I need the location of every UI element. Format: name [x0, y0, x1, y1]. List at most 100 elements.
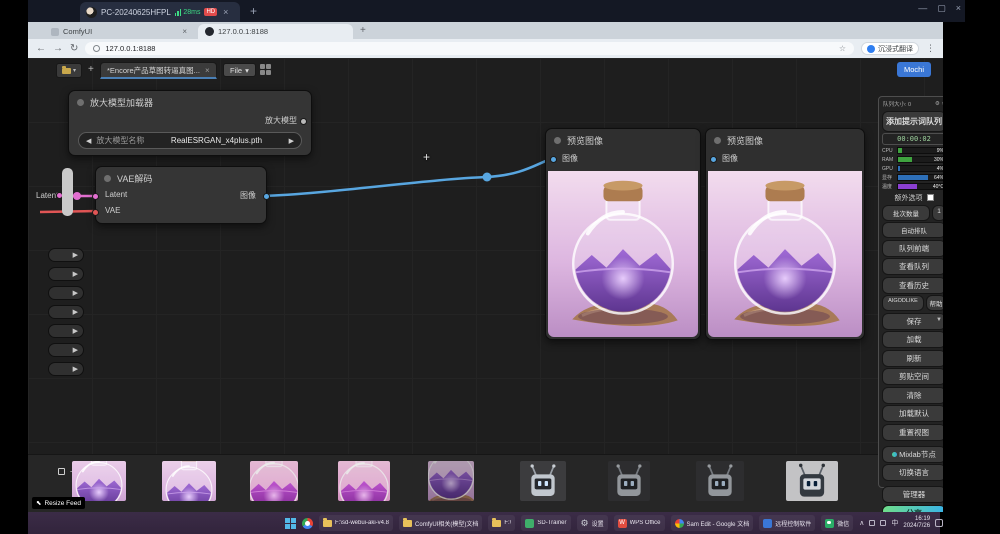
- ime-indicator[interactable]: 中: [891, 518, 898, 528]
- image-input-dot[interactable]: [550, 156, 557, 163]
- grid-view-icon[interactable]: [260, 64, 272, 76]
- vae-input-dot[interactable]: [92, 209, 99, 216]
- feed-thumbnail-robot[interactable]: [608, 461, 650, 501]
- tray-expand-icon[interactable]: ∧: [859, 519, 864, 527]
- node-preview-image-1[interactable]: 预览图像 图像: [545, 128, 701, 340]
- reload-icon[interactable]: ↻: [70, 43, 78, 54]
- upscale-model-output-dot[interactable]: [300, 118, 307, 125]
- switch-language-button[interactable]: 切换语言: [882, 464, 943, 481]
- workflow-folder-button[interactable]: ▾: [56, 63, 82, 78]
- taskbar-item-remote-app[interactable]: 远程控制软件: [759, 515, 815, 531]
- browser-tab-comfyui[interactable]: ComfyUI ×: [44, 24, 194, 39]
- feed-thumbnail-bottle[interactable]: [72, 461, 126, 501]
- batch-count-label[interactable]: 批次数量: [882, 205, 930, 221]
- browser-tab-active[interactable]: 127.0.0.1:8188: [198, 24, 353, 39]
- taskbar-item-explorer[interactable]: F:\sd-webui-aki-v4.8: [319, 515, 393, 531]
- auto-queue-button[interactable]: 自动排队: [882, 222, 943, 238]
- close-icon[interactable]: ×: [956, 3, 961, 14]
- node-vae-decode[interactable]: VAE解码 Latent VAE 图像: [95, 166, 267, 224]
- start-button[interactable]: [285, 518, 296, 529]
- load-default-button[interactable]: 加载默认: [882, 405, 943, 422]
- node-preview-image-2[interactable]: 预览图像 图像: [705, 128, 865, 340]
- view-history-button[interactable]: 查看历史: [882, 277, 943, 294]
- collapsed-widget-pill[interactable]: ▶: [48, 248, 84, 262]
- collapsed-widget-pill[interactable]: ▶: [48, 305, 84, 319]
- clear-button[interactable]: 清除: [882, 387, 943, 404]
- collapsed-widget-pill[interactable]: ▶: [48, 324, 84, 338]
- feed-thumbnail-robot[interactable]: [520, 461, 566, 501]
- feed-thumbnail-bottle[interactable]: [428, 461, 474, 501]
- resize-feed-label[interactable]: ⬉ Resize Feed: [32, 497, 85, 509]
- feed-settings-icon[interactable]: [58, 468, 65, 475]
- forward-icon[interactable]: →: [53, 43, 63, 54]
- clipspace-button[interactable]: 剪贴空间: [882, 368, 943, 385]
- node-title[interactable]: 放大模型加载器: [69, 91, 311, 112]
- batch-count-value[interactable]: 1: [932, 205, 943, 221]
- node-upscale-model-loader[interactable]: 放大模型加载器 放大模型 ◀ 放大模型名称 RealESRGAN_x4plus.…: [68, 90, 312, 156]
- workflow-tab[interactable]: *Encore产品草图转逼真图... ×: [100, 62, 217, 79]
- workflow-tab-close-icon[interactable]: ×: [205, 66, 210, 75]
- queue-front-button[interactable]: 队列前端: [882, 240, 943, 257]
- maximize-icon[interactable]: ▢: [937, 3, 946, 14]
- browser-menu-icon[interactable]: ⋮: [926, 43, 935, 54]
- queue-prompt-button[interactable]: 添加提示词队列: [882, 111, 943, 132]
- prev-arrow-icon[interactable]: ◀: [86, 137, 91, 145]
- feed-thumbnail-bottle[interactable]: [250, 461, 298, 501]
- collapsed-widget-pill[interactable]: ▶: [48, 362, 84, 376]
- feed-thumbnail-bottle[interactable]: [338, 461, 390, 501]
- new-tab-button[interactable]: +: [360, 25, 366, 36]
- latent-input-dot[interactable]: [92, 193, 99, 200]
- next-arrow-icon[interactable]: ▶: [289, 137, 294, 145]
- refresh-button[interactable]: 刷新: [882, 350, 943, 367]
- extra-options-row[interactable]: 额外选项: [881, 193, 943, 203]
- image-output-dot[interactable]: [263, 193, 270, 200]
- tab-close-icon[interactable]: ×: [182, 27, 187, 36]
- save-dropdown-icon[interactable]: ▼: [936, 317, 942, 323]
- collapsed-node[interactable]: [62, 168, 73, 216]
- translate-extension-button[interactable]: 沉浸式翻译: [861, 42, 919, 55]
- site-info-icon[interactable]: [93, 45, 100, 52]
- load-button[interactable]: 加载: [882, 331, 943, 348]
- view-queue-button[interactable]: 查看队列: [882, 258, 943, 275]
- close-menu-icon[interactable]: ×: [942, 101, 943, 107]
- address-bar[interactable]: 127.0.0.1:8188 ☆: [85, 42, 854, 55]
- collapsed-widget-pill[interactable]: ▶: [48, 286, 84, 300]
- collapse-dot[interactable]: [554, 137, 561, 144]
- back-icon[interactable]: ←: [36, 43, 46, 54]
- bookmark-star-icon[interactable]: ☆: [839, 44, 846, 53]
- feed-thumbnail-robot[interactable]: [696, 461, 744, 501]
- taskbar-item-settings[interactable]: ⚙设置: [577, 515, 608, 531]
- community-button[interactable]: AIGODLIKE: [882, 295, 924, 311]
- collapse-dot[interactable]: [104, 175, 111, 182]
- save-button[interactable]: 保存 ▼: [882, 313, 943, 330]
- taskbar-item-wechat[interactable]: 微信: [821, 515, 853, 531]
- remote-session-tab[interactable]: PC-20240625HFPL 28ms HD ×: [80, 2, 240, 22]
- collapsed-widget-pill[interactable]: ▶: [48, 267, 84, 281]
- mixlab-nodes-button[interactable]: Mixlab节点: [882, 446, 943, 463]
- taskbar-item-wps[interactable]: WWPS Office: [614, 515, 665, 531]
- taskbar-item-sd-trainer[interactable]: SD-Trainer: [521, 515, 570, 531]
- close-session-icon[interactable]: ×: [223, 7, 228, 17]
- feed-thumbnail-robot[interactable]: [786, 461, 838, 501]
- help-button[interactable]: 帮助: [926, 295, 943, 311]
- tray-volume-icon[interactable]: [880, 520, 886, 526]
- preview-image[interactable]: [548, 171, 698, 337]
- extra-options-checkbox[interactable]: [927, 194, 934, 201]
- collapse-dot[interactable]: [77, 99, 84, 106]
- node-title[interactable]: VAE解码: [96, 167, 266, 188]
- taskbar-item-explorer[interactable]: ComfyUI相关(模型)文档: [399, 515, 482, 531]
- minimize-icon[interactable]: —: [918, 3, 927, 14]
- collapsed-widget-pill[interactable]: ▶: [48, 343, 84, 357]
- taskbar-item-explorer[interactable]: F:\: [488, 515, 515, 531]
- new-session-button[interactable]: +: [250, 4, 257, 18]
- chrome-taskbar-icon[interactable]: [302, 518, 313, 529]
- image-input-dot[interactable]: [710, 156, 717, 163]
- taskbar-item-google-doc[interactable]: Sam Edit - Google 文档: [671, 515, 754, 531]
- taskbar-clock[interactable]: 16:19 2024/7/26: [903, 516, 930, 530]
- share-button[interactable]: 分享: [882, 505, 943, 513]
- comfyui-canvas[interactable]: ▾ + *Encore产品草图转逼真图... × File ▾ Mochi La…: [28, 58, 943, 512]
- node-title[interactable]: 预览图像: [546, 129, 700, 150]
- notification-icon[interactable]: [935, 519, 943, 527]
- collapse-dot[interactable]: [714, 137, 721, 144]
- new-workflow-button[interactable]: +: [88, 64, 94, 75]
